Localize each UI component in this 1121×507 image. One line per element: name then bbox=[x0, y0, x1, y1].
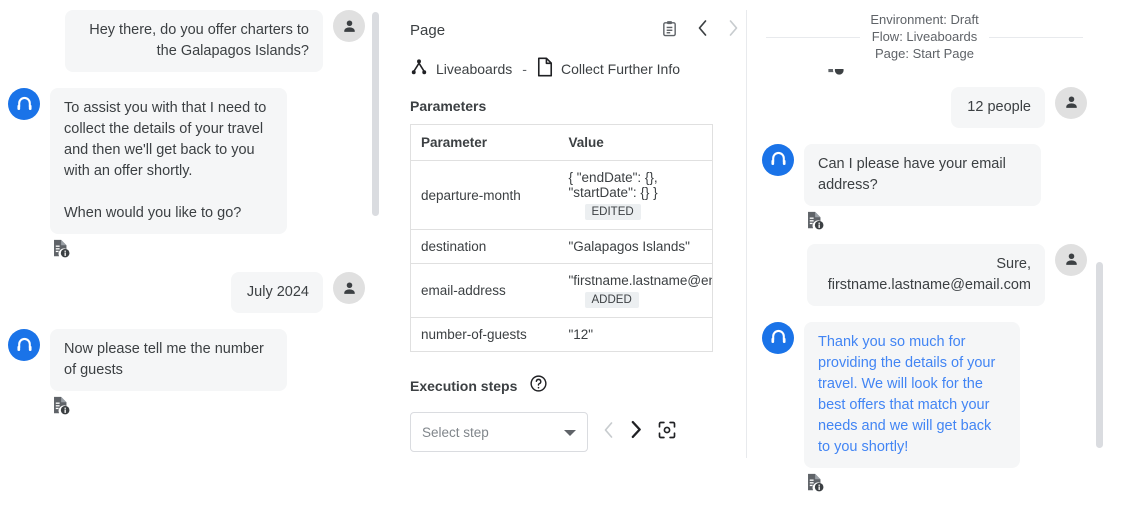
table-row: number-of-guests "12" bbox=[411, 318, 713, 352]
chat-bubble: Now please tell me the number of guests bbox=[50, 329, 287, 391]
message-spacer bbox=[8, 76, 365, 88]
exec-prev-button[interactable] bbox=[602, 420, 615, 445]
chat-bubble: Sure, firstname.lastname@email.com bbox=[807, 244, 1045, 306]
left-chat-panel: Hey there, do you offer charters to the … bbox=[0, 0, 395, 507]
help-circle-icon[interactable] bbox=[529, 374, 548, 398]
chat-message-user: 12 people bbox=[762, 87, 1087, 128]
parameters-table: Parameter Value departure-month{ "endDat… bbox=[410, 124, 713, 352]
cell-parameter-name: number-of-guests bbox=[411, 318, 559, 352]
chat-message-user: Hey there, do you offer charters to the … bbox=[8, 10, 365, 72]
column-header-value: Value bbox=[559, 125, 713, 161]
message-spacer bbox=[762, 310, 1087, 322]
chat-bubble: Thank you so much for providing the deta… bbox=[804, 322, 1020, 468]
chat-message-agent: Can I please have your email address? bbox=[762, 144, 1087, 206]
clipboard-icon[interactable] bbox=[661, 19, 678, 43]
chat-bubble: 12 people bbox=[951, 87, 1045, 128]
chat-bubble: Hey there, do you offer charters to the … bbox=[65, 10, 323, 72]
left-panel-scrollbar[interactable] bbox=[372, 12, 379, 216]
parameter-value-text: "12" bbox=[569, 327, 703, 342]
user-avatar bbox=[333, 272, 365, 304]
execution-steps-header: Execution steps bbox=[410, 374, 740, 398]
select-step-dropdown[interactable]: Select step bbox=[410, 412, 588, 452]
cell-parameter-name: destination bbox=[411, 230, 559, 264]
chat-bubble: Can I please have your email address? bbox=[804, 144, 1041, 206]
environment-header-text: Environment: Draft Flow: Liveaboards Pag… bbox=[860, 12, 988, 63]
cell-parameter-value: "12" bbox=[559, 318, 713, 352]
select-step-value: Select step bbox=[422, 425, 489, 440]
table-header-row: Parameter Value bbox=[411, 125, 713, 161]
parameter-value-text: "firstname.lastname@email.com" bbox=[569, 273, 703, 288]
center-focus-icon[interactable] bbox=[657, 420, 677, 445]
environment-header: Environment: Draft Flow: Liveaboards Pag… bbox=[762, 12, 1087, 63]
chat-message-agent: Thank you so much for providing the deta… bbox=[762, 322, 1087, 468]
cell-parameter-name: email-address bbox=[411, 264, 559, 318]
cell-parameter-value: "firstname.lastname@email.com" ADDED bbox=[559, 264, 713, 318]
column-header-parameter: Parameter bbox=[411, 125, 559, 161]
panel-divider bbox=[746, 10, 747, 458]
status-badge: EDITED bbox=[585, 204, 641, 220]
user-avatar bbox=[1055, 244, 1087, 276]
parameter-value-text: { "endDate": {}, "startDate": {} } bbox=[569, 170, 703, 200]
breadcrumb: Liveaboards - Collect Further Info bbox=[410, 57, 740, 80]
page-header-actions bbox=[661, 18, 740, 43]
document-info-icon[interactable] bbox=[50, 395, 365, 421]
table-row: email-address"firstname.lastname@email.c… bbox=[411, 264, 713, 318]
cell-parameter-value: { "endDate": {}, "startDate": {} } EDITED bbox=[559, 161, 713, 230]
chevron-right-icon[interactable] bbox=[727, 18, 740, 43]
agent-avatar bbox=[8, 88, 40, 120]
agent-avatar bbox=[762, 144, 794, 176]
flow-node-icon bbox=[410, 58, 428, 79]
agent-avatar bbox=[762, 322, 794, 354]
chat-message-user: Sure, firstname.lastname@email.com bbox=[762, 244, 1087, 306]
breadcrumb-separator: - bbox=[522, 61, 527, 77]
page-inspector-panel: Page bbox=[410, 0, 740, 507]
agent-avatar bbox=[8, 329, 40, 361]
page-title: Page bbox=[410, 22, 445, 39]
right-chat-message-list: 12 people Can I please have your email ad… bbox=[762, 87, 1087, 498]
chevron-left-icon[interactable] bbox=[696, 18, 709, 43]
document-info-icon[interactable] bbox=[50, 238, 365, 264]
status-badge: ADDED bbox=[585, 292, 639, 308]
chat-message-agent: To assist you with that I need to collec… bbox=[8, 88, 365, 234]
document-info-icon[interactable] bbox=[804, 210, 1087, 236]
table-row: destination "Galapagos Islands" bbox=[411, 230, 713, 264]
cell-parameter-value: "Galapagos Islands" bbox=[559, 230, 713, 264]
table-row: departure-month{ "endDate": {}, "startDa… bbox=[411, 161, 713, 230]
message-spacer bbox=[8, 317, 365, 329]
chevron-down-icon bbox=[564, 425, 576, 440]
document-info-icon[interactable] bbox=[804, 472, 1087, 498]
simulator-screen: Hey there, do you offer charters to the … bbox=[0, 0, 1121, 507]
chat-message-agent: Now please tell me the number of guests bbox=[8, 329, 365, 391]
cell-parameter-name: departure-month bbox=[411, 161, 559, 230]
chat-message-user: July 2024 bbox=[8, 272, 365, 313]
simulator-chat-panel: Environment: Draft Flow: Liveaboards Pag… bbox=[752, 0, 1121, 507]
page-inspector-header: Page bbox=[410, 18, 740, 43]
right-panel-scrollbar[interactable] bbox=[1096, 262, 1103, 448]
left-chat-message-list: Hey there, do you offer charters to the … bbox=[0, 10, 395, 421]
clipped-document-info-icon bbox=[824, 69, 1087, 83]
chat-bubble: July 2024 bbox=[231, 272, 323, 313]
breadcrumb-page-name[interactable]: Collect Further Info bbox=[561, 61, 680, 77]
parameters-label: Parameters bbox=[410, 98, 740, 114]
execution-steps-controls: Select step bbox=[410, 412, 740, 452]
execution-steps-label: Execution steps bbox=[410, 378, 517, 394]
breadcrumb-flow-name[interactable]: Liveaboards bbox=[436, 61, 512, 77]
user-avatar bbox=[333, 10, 365, 42]
exec-next-button[interactable] bbox=[629, 419, 643, 445]
message-spacer bbox=[762, 132, 1087, 144]
page-document-icon bbox=[537, 57, 553, 80]
chat-bubble: To assist you with that I need to collec… bbox=[50, 88, 287, 234]
parameter-value-text: "Galapagos Islands" bbox=[569, 239, 703, 254]
user-avatar bbox=[1055, 87, 1087, 119]
